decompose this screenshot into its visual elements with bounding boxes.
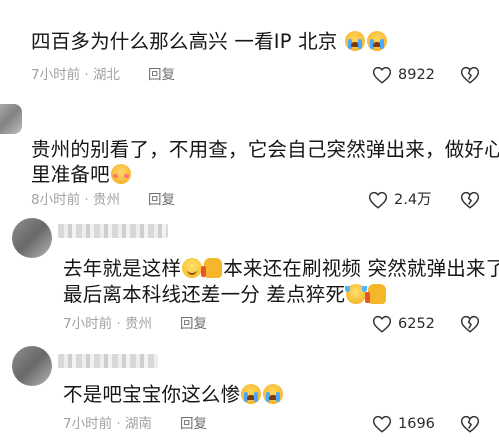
loudly-crying-face-icon <box>344 31 365 51</box>
like-count: 1696 <box>398 416 435 432</box>
avatar[interactable] <box>0 104 22 134</box>
blushing-face-icon <box>110 164 131 184</box>
like-button[interactable]: 2.4万 <box>368 191 432 209</box>
reply-button[interactable]: 回复 <box>148 66 175 84</box>
like-button[interactable]: 8922 <box>372 66 435 84</box>
comment-body: 四百多为什么那么高兴 一看IP 北京 <box>31 30 338 53</box>
like-count: 8922 <box>398 67 435 83</box>
comment-time: 7小时前 <box>63 416 113 432</box>
comment-meta: 7小时前 · 湖北 <box>31 66 120 84</box>
meta-separator: · <box>84 67 89 83</box>
comment-text: 不是吧宝宝你这么惨 <box>63 381 284 409</box>
comment-text-line-1: 贵州的别看了，不用查，它会自己突然弹出来，做好心 <box>31 138 499 161</box>
broken-heart-outline-icon[interactable] <box>460 66 480 84</box>
comment-text-line-2: 最后离本科线还差一分 差点猝死 <box>63 281 387 309</box>
comment-body: 去年就是这样 <box>63 257 182 280</box>
comment-time: 7小时前 <box>63 316 113 332</box>
like-count: 2.4万 <box>394 192 432 208</box>
reply-button[interactable]: 回复 <box>180 415 207 433</box>
comment-time: 8小时前 <box>31 192 81 208</box>
comment-time: 7小时前 <box>31 67 81 83</box>
heart-outline-icon <box>368 191 388 209</box>
laughing-crying-face-icon <box>345 284 368 304</box>
reply-button[interactable]: 回复 <box>180 315 207 333</box>
comment-list: 四百多为什么那么高兴 一看IP 北京 7小时前 · 湖北 回复 8922 贵州的… <box>0 0 499 444</box>
comment-text-line-2: 里准备吧 <box>31 161 132 189</box>
comment-meta: 7小时前 · 湖南 <box>63 415 152 433</box>
like-count: 6252 <box>398 316 435 332</box>
heart-outline-icon <box>372 66 392 84</box>
username[interactable] <box>58 224 168 238</box>
thumbs-up-icon <box>201 258 223 278</box>
comment-location: 湖北 <box>92 67 120 83</box>
heart-outline-icon <box>372 315 392 333</box>
broken-heart-outline-icon[interactable] <box>460 191 480 209</box>
reply-button[interactable]: 回复 <box>148 191 175 209</box>
like-button[interactable]: 1696 <box>372 415 435 433</box>
comment-body: 里准备吧 <box>31 163 110 186</box>
comment-text-line-1: 去年就是这样 本来还在刷视频 突然就弹出来了 <box>63 255 499 283</box>
loudly-crying-face-icon <box>263 384 284 404</box>
broken-heart-outline-icon[interactable] <box>460 415 480 433</box>
comment-location: 贵州 <box>92 192 120 208</box>
heart-outline-icon <box>372 415 392 433</box>
avatar[interactable] <box>12 346 52 386</box>
meta-separator: · <box>84 192 89 208</box>
comment-body: 不是吧宝宝你这么惨 <box>63 383 241 406</box>
broken-heart-outline-icon[interactable] <box>460 315 480 333</box>
loudly-crying-face-icon <box>366 31 387 51</box>
comment-body-continued: 本来还在刷视频 突然就弹出来了 <box>223 257 499 280</box>
comment-body: 最后离本科线还差一分 差点猝死 <box>63 283 346 306</box>
comment-meta: 8小时前 · 贵州 <box>31 191 120 209</box>
comment-location: 湖南 <box>124 416 152 432</box>
loudly-crying-face-icon <box>241 384 262 404</box>
username[interactable] <box>58 354 158 368</box>
comment-meta: 7小时前 · 贵州 <box>63 315 152 333</box>
thumbs-up-icon <box>365 284 387 304</box>
avatar[interactable] <box>12 218 52 258</box>
meta-separator: · <box>116 416 121 432</box>
smiling-face-icon <box>182 258 203 278</box>
like-button[interactable]: 6252 <box>372 315 435 333</box>
comment-text: 四百多为什么那么高兴 一看IP 北京 <box>31 28 388 56</box>
comment-location: 贵州 <box>124 316 152 332</box>
meta-separator: · <box>116 316 121 332</box>
